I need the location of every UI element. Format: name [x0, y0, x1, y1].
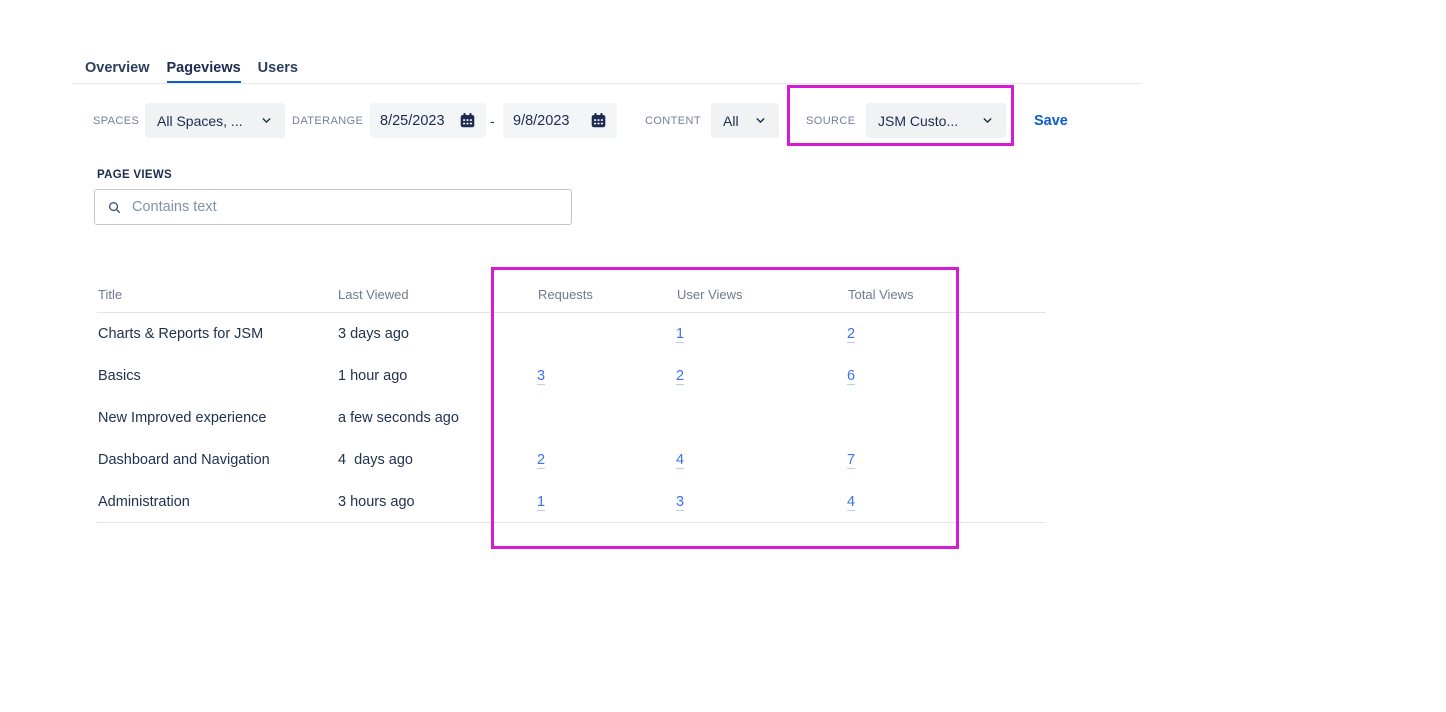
content-label: CONTENT: [645, 103, 701, 138]
search-input[interactable]: [132, 199, 559, 215]
source-select-value: JSM Custo...: [878, 113, 958, 129]
pageviews-table: Title Last Viewed Requests User Views To…: [97, 276, 1046, 523]
cell-user-views-link[interactable]: 1: [676, 326, 847, 342]
date-range-dash: -: [490, 103, 495, 138]
date-from-input[interactable]: 8/25/2023: [370, 103, 486, 138]
cell-requests-link[interactable]: 1: [537, 494, 676, 510]
table-row: New Improved experience a few seconds ag…: [97, 397, 1046, 439]
column-header-requests: Requests: [537, 287, 676, 302]
date-to-value: 9/8/2023: [513, 113, 569, 129]
cell-title: Dashboard and Navigation: [97, 452, 337, 468]
date-to-input[interactable]: 9/8/2023: [503, 103, 617, 138]
table-row: Administration 3 hours ago 1 3 4: [97, 481, 1046, 523]
table-row: Basics 1 hour ago 3 2 6: [97, 355, 1046, 397]
search-icon: [107, 200, 122, 215]
spaces-label: SPACES: [93, 103, 139, 138]
cell-last-viewed: 1 hour ago: [337, 368, 537, 384]
cell-title: Administration: [97, 494, 337, 510]
content-select-value: All: [723, 113, 739, 129]
cell-title: Charts & Reports for JSM: [97, 326, 337, 342]
cell-last-viewed: a few seconds ago: [337, 410, 537, 426]
cell-last-viewed: 3 hours ago: [337, 494, 537, 510]
source-select[interactable]: JSM Custo...: [866, 103, 1006, 138]
cell-last-viewed: 3 days ago: [337, 326, 537, 342]
chevron-down-icon: [981, 114, 994, 127]
date-from-value: 8/25/2023: [380, 113, 445, 129]
cell-total-views-link[interactable]: 2: [847, 326, 1046, 342]
cell-total-views-link[interactable]: 7: [847, 452, 1046, 468]
tab-bar: Overview Pageviews Users: [85, 60, 298, 84]
column-header-total-views: Total Views: [847, 287, 1046, 302]
cell-user-views-link[interactable]: 3: [676, 494, 847, 510]
cell-last-viewed: 4 days ago: [337, 452, 537, 468]
cell-requests-link[interactable]: 3: [537, 368, 676, 384]
source-label: SOURCE: [806, 103, 855, 138]
cell-user-views-link[interactable]: 2: [676, 368, 847, 384]
tab-overview[interactable]: Overview: [85, 60, 150, 84]
content-select[interactable]: All: [711, 103, 779, 138]
table-row: Charts & Reports for JSM 3 days ago 1 2: [97, 313, 1046, 355]
cell-user-views-link[interactable]: 4: [676, 452, 847, 468]
cell-title: New Improved experience: [97, 410, 337, 426]
cell-total-views-link[interactable]: 4: [847, 494, 1046, 510]
cell-title: Basics: [97, 368, 337, 384]
column-header-user-views: User Views: [676, 287, 847, 302]
page-views-section-label: PAGE VIEWS: [97, 169, 172, 181]
tab-pageviews[interactable]: Pageviews: [167, 60, 241, 84]
spaces-select-value: All Spaces, ...: [157, 113, 243, 129]
column-header-title: Title: [97, 287, 337, 302]
calendar-icon: [590, 112, 607, 129]
column-header-last-viewed: Last Viewed: [337, 287, 537, 302]
cell-total-views-link[interactable]: 6: [847, 368, 1046, 384]
save-button[interactable]: Save: [1034, 103, 1068, 138]
page-views-search: [94, 189, 572, 225]
tabs-separator-line: [72, 83, 1141, 84]
analytics-page: Overview Pageviews Users SPACES All Spac…: [0, 0, 1446, 712]
chevron-down-icon: [754, 114, 767, 127]
table-header-row: Title Last Viewed Requests User Views To…: [97, 276, 1046, 313]
spaces-select[interactable]: All Spaces, ...: [145, 103, 285, 138]
daterange-label: DATERANGE: [292, 103, 363, 138]
tab-users[interactable]: Users: [258, 60, 298, 84]
calendar-icon: [459, 112, 476, 129]
cell-requests-link[interactable]: 2: [537, 452, 676, 468]
chevron-down-icon: [260, 114, 273, 127]
table-row: Dashboard and Navigation 4 days ago 2 4 …: [97, 439, 1046, 481]
